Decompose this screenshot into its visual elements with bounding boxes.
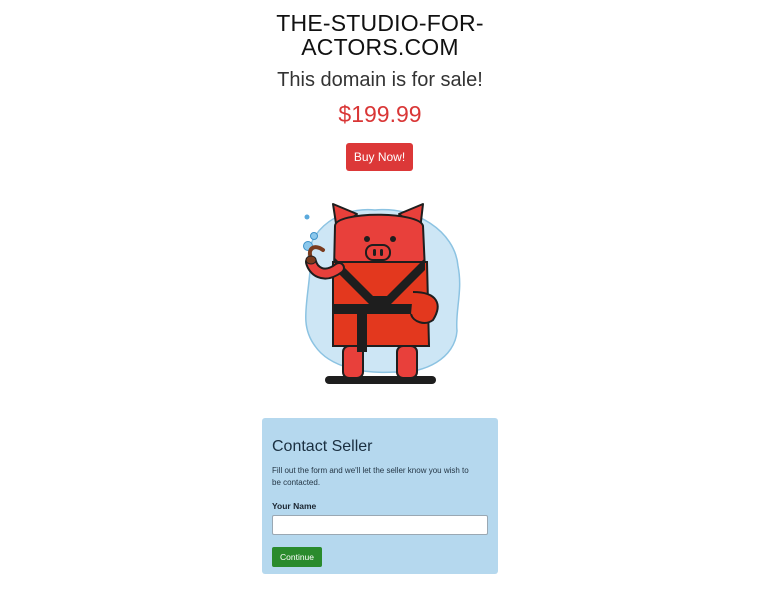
domain-name-heading: THE-STUDIO-FOR- ACTORS.COM — [0, 11, 760, 59]
continue-button[interactable]: Continue — [272, 547, 322, 567]
domain-name-line-1: THE-STUDIO-FOR- — [276, 10, 484, 36]
domain-name-line-2: ACTORS.COM — [301, 34, 459, 60]
your-name-input[interactable] — [272, 515, 488, 535]
contact-title: Contact Seller — [272, 438, 373, 455]
contact-seller-card: Contact Seller Fill out the form and we'… — [262, 418, 498, 574]
for-sale-text: This domain is for sale! — [277, 69, 483, 91]
page: THE-STUDIO-FOR- ACTORS.COM This domain i… — [0, 0, 760, 600]
contact-description: Fill out the form and we'll let the sell… — [272, 466, 469, 487]
pig-mascot-icon — [303, 203, 461, 384]
buy-now-button[interactable]: Buy Now! — [346, 143, 413, 171]
price: $199.99 — [338, 101, 422, 127]
your-name-label: Your Name — [272, 501, 317, 511]
